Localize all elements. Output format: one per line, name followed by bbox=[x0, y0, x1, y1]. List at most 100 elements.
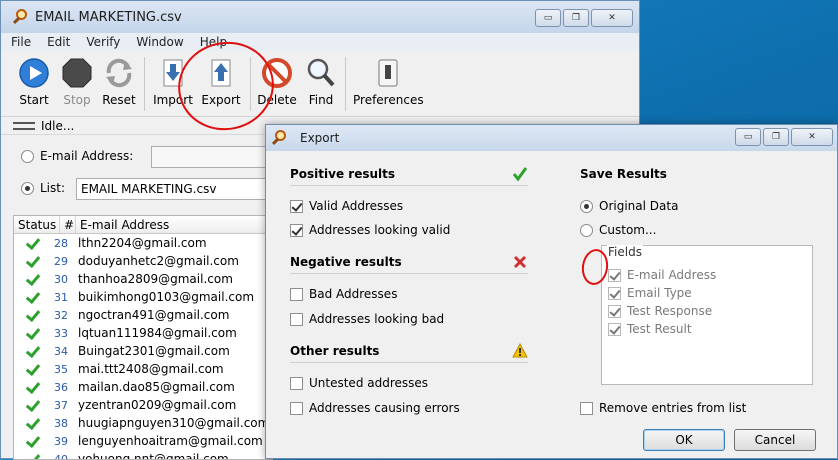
start-button[interactable]: Start bbox=[11, 57, 57, 107]
row-number: 33 bbox=[50, 327, 74, 340]
original-data-radio[interactable] bbox=[580, 200, 593, 213]
bad-addresses-label: Bad Addresses bbox=[309, 287, 397, 301]
menu-window[interactable]: Window bbox=[136, 35, 183, 49]
status-cell bbox=[14, 398, 50, 412]
email-cell: ngoctran491@gmail.com bbox=[74, 308, 229, 322]
remove-entries-option[interactable]: Remove entries from list bbox=[580, 401, 746, 415]
remove-entries-checkbox[interactable] bbox=[580, 402, 593, 415]
table-row[interactable]: 33lqtuan111984@gmail.com bbox=[14, 324, 272, 342]
menu-file[interactable]: File bbox=[11, 35, 31, 49]
preferences-button[interactable]: Preferences bbox=[353, 57, 423, 107]
row-number: 37 bbox=[50, 399, 74, 412]
close-button[interactable]: ✕ bbox=[591, 9, 633, 27]
table-row[interactable]: 30thanhoa2809@gmail.com bbox=[14, 270, 272, 288]
table-row[interactable]: 36mailan.dao85@gmail.com bbox=[14, 378, 272, 396]
field-test-result-checkbox[interactable] bbox=[608, 323, 621, 336]
custom-radio[interactable] bbox=[580, 224, 593, 237]
menu-edit[interactable]: Edit bbox=[47, 35, 70, 49]
dialog-minimize-button[interactable]: ▭ bbox=[735, 128, 761, 146]
untested-label: Untested addresses bbox=[309, 376, 428, 390]
untested-checkbox[interactable] bbox=[290, 377, 303, 390]
table-body: 28lthn2204@gmail.com29doduyanhetc2@gmail… bbox=[14, 234, 272, 460]
dialog-close-button[interactable]: ✕ bbox=[791, 128, 833, 146]
email-cell: buikimhong0103@gmail.com bbox=[74, 290, 254, 304]
list-radio[interactable] bbox=[21, 182, 34, 195]
field-email-type[interactable]: Email Type bbox=[608, 286, 692, 300]
field-test-response-checkbox[interactable] bbox=[608, 305, 621, 318]
field-email-address-label: E-mail Address bbox=[627, 268, 716, 282]
email-column-header[interactable]: E-mail Address bbox=[76, 216, 272, 233]
toolbar: Start Stop Reset Import Export bbox=[1, 51, 639, 117]
status-cell bbox=[14, 344, 50, 358]
valid-addresses-option[interactable]: Valid Addresses bbox=[290, 199, 403, 213]
field-test-result[interactable]: Test Result bbox=[608, 322, 692, 336]
field-test-response[interactable]: Test Response bbox=[608, 304, 712, 318]
table-row[interactable]: 32ngoctran491@gmail.com bbox=[14, 306, 272, 324]
custom-option[interactable]: Custom... bbox=[580, 223, 656, 237]
looking-bad-checkbox[interactable] bbox=[290, 313, 303, 326]
stop-button[interactable]: Stop bbox=[54, 57, 100, 107]
table-row[interactable]: 38huugiapnguyen310@gmail.com bbox=[14, 414, 272, 432]
valid-addresses-checkbox[interactable] bbox=[290, 200, 303, 213]
table-row[interactable]: 37yzentran0209@gmail.com bbox=[14, 396, 272, 414]
field-email-type-checkbox[interactable] bbox=[608, 287, 621, 300]
causing-errors-option[interactable]: Addresses causing errors bbox=[290, 401, 460, 415]
valid-addresses-label: Valid Addresses bbox=[309, 199, 403, 213]
bad-addresses-option[interactable]: Bad Addresses bbox=[290, 287, 397, 301]
email-cell: yzentran0209@gmail.com bbox=[74, 398, 236, 412]
looking-bad-option[interactable]: Addresses looking bad bbox=[290, 312, 444, 326]
maximize-button[interactable]: ❐ bbox=[563, 9, 589, 27]
original-data-label: Original Data bbox=[599, 199, 678, 213]
section-divider bbox=[290, 273, 528, 274]
status-cell bbox=[14, 416, 50, 430]
fields-legend: Fields bbox=[607, 245, 643, 259]
email-cell: mailan.dao85@gmail.com bbox=[74, 380, 235, 394]
status-cell bbox=[14, 290, 50, 304]
causing-errors-label: Addresses causing errors bbox=[309, 401, 460, 415]
row-number: 39 bbox=[50, 435, 74, 448]
find-button[interactable]: Find bbox=[298, 57, 344, 107]
results-table[interactable]: Status # E-mail Address 28lthn2204@gmail… bbox=[13, 215, 273, 460]
untested-option[interactable]: Untested addresses bbox=[290, 376, 428, 390]
original-data-option[interactable]: Original Data bbox=[580, 199, 678, 213]
looking-valid-option[interactable]: Addresses looking valid bbox=[290, 223, 450, 237]
email-address-option[interactable]: E-mail Address: bbox=[21, 149, 133, 163]
table-row[interactable]: 31buikimhong0103@gmail.com bbox=[14, 288, 272, 306]
reset-button[interactable]: Reset bbox=[96, 57, 142, 107]
valid-check-icon bbox=[25, 326, 39, 340]
cancel-button[interactable]: Cancel bbox=[734, 429, 816, 451]
table-row[interactable]: 29doduyanhetc2@gmail.com bbox=[14, 252, 272, 270]
field-email-address[interactable]: E-mail Address bbox=[608, 268, 716, 282]
email-cell: mai.ttt2408@gmail.com bbox=[74, 362, 224, 376]
valid-check-icon bbox=[25, 290, 39, 304]
field-email-address-checkbox[interactable] bbox=[608, 269, 621, 282]
section-divider bbox=[290, 362, 528, 363]
positive-check-icon bbox=[512, 166, 528, 182]
table-row[interactable]: 34Buingat2301@gmail.com bbox=[14, 342, 272, 360]
list-option[interactable]: List: bbox=[21, 181, 65, 195]
start-label: Start bbox=[19, 93, 48, 107]
dialog-maximize-button[interactable]: ❐ bbox=[763, 128, 789, 146]
bad-addresses-checkbox[interactable] bbox=[290, 288, 303, 301]
status-cell bbox=[14, 308, 50, 322]
causing-errors-checkbox[interactable] bbox=[290, 402, 303, 415]
email-cell: Buingat2301@gmail.com bbox=[74, 344, 230, 358]
looking-valid-checkbox[interactable] bbox=[290, 224, 303, 237]
menu-verify[interactable]: Verify bbox=[86, 35, 120, 49]
table-row[interactable]: 28lthn2204@gmail.com bbox=[14, 234, 272, 252]
menu-bar: File Edit Verify Window Help bbox=[1, 33, 639, 51]
list-file-field[interactable]: EMAIL MARKETING.csv bbox=[76, 178, 266, 200]
table-row[interactable]: 39lenguyenhoaitram@gmail.com bbox=[14, 432, 272, 450]
status-column-header[interactable]: Status bbox=[14, 216, 60, 233]
email-cell: thanhoa2809@gmail.com bbox=[74, 272, 233, 286]
table-row[interactable]: 35mai.ttt2408@gmail.com bbox=[14, 360, 272, 378]
number-column-header[interactable]: # bbox=[60, 216, 76, 233]
ok-button[interactable]: OK bbox=[643, 429, 725, 451]
email-address-radio[interactable] bbox=[21, 150, 34, 163]
export-dialog: Export ▭ ❐ ✕ Positive results Valid Addr… bbox=[265, 124, 838, 459]
minimize-button[interactable]: ▭ bbox=[535, 9, 561, 27]
app-magnifier-icon bbox=[13, 9, 29, 25]
email-address-field[interactable] bbox=[151, 146, 266, 168]
remove-entries-label: Remove entries from list bbox=[599, 401, 746, 415]
idle-icon bbox=[13, 122, 35, 130]
